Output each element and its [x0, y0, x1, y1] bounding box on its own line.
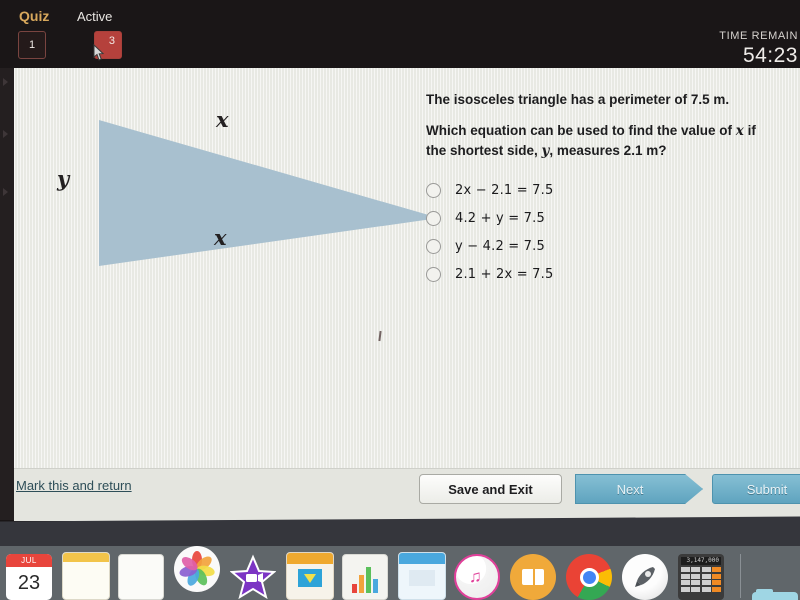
answer-option-a-label: 2x − 2.1 = 7.5: [455, 182, 554, 198]
dock-item-chrome[interactable]: [566, 554, 612, 600]
triangle-label-x-bottom: x: [214, 225, 227, 250]
margin-mark-icon: [3, 78, 8, 86]
time-remaining-value: 54:23: [742, 44, 798, 67]
dock-item-pages[interactable]: [398, 552, 446, 600]
numbers-icon: [359, 575, 364, 593]
pages-icon: [399, 553, 445, 564]
imovie-star-icon: [229, 554, 277, 600]
itunes-icon: ♫: [469, 567, 482, 586]
question-number-3-label: 3: [108, 35, 115, 47]
left-dark-margin: [0, 68, 15, 520]
tab-quiz[interactable]: Quiz: [19, 8, 49, 24]
answer-option-a[interactable]: 2x − 2.1 = 7.5: [426, 176, 766, 204]
question-line-1: The isosceles triangle has a perimeter o…: [426, 92, 730, 107]
question-variable-x: x: [735, 123, 744, 139]
quiz-top-bar: Quiz Active 1 3 TIME REMAIN 54:23: [0, 0, 800, 70]
dock-item-photos[interactable]: [174, 546, 220, 592]
pages-sheet: [409, 570, 435, 586]
numbers-icon: [366, 567, 371, 593]
tab-active[interactable]: Active: [77, 9, 112, 24]
dock-item-keynote[interactable]: [286, 552, 334, 600]
radio-button-icon[interactable]: [426, 266, 441, 282]
dock-item-downloads[interactable]: [752, 589, 798, 600]
calendar-day-label: 23: [17, 572, 41, 594]
dock-separator: [740, 554, 741, 598]
launchpad-rocket-icon: [635, 567, 655, 587]
dock-item-itunes[interactable]: ♫: [454, 554, 500, 600]
dock-item-launchpad[interactable]: [622, 554, 668, 600]
chrome-icon: [579, 567, 599, 587]
dock-item-notes[interactable]: [62, 552, 110, 600]
answer-option-b-label: 4.2 + y = 7.5: [455, 210, 545, 226]
keynote-art: [298, 569, 322, 587]
answer-option-c-label: y − 4.2 = 7.5: [455, 238, 545, 254]
answer-options-list: 2x − 2.1 = 7.5 4.2 + y = 7.5 y − 4.2 = 7…: [426, 176, 766, 288]
answer-option-b[interactable]: 4.2 + y = 7.5: [426, 204, 766, 232]
answer-option-d[interactable]: 2.1 + 2x = 7.5: [426, 260, 766, 288]
mouse-pointer-cursor: [93, 44, 105, 61]
question-content-panel: x x y The isosceles triangle has a perim…: [14, 68, 800, 468]
isosceles-triangle-figure: x x y: [54, 98, 444, 298]
calculator-keys: [681, 567, 721, 592]
triangle-label-x-top: x: [216, 107, 229, 132]
radio-button-icon[interactable]: [426, 182, 441, 198]
submit-button[interactable]: Submit: [712, 474, 800, 504]
mark-this-and-return-link[interactable]: Mark this and return: [16, 478, 132, 493]
radio-button-icon[interactable]: [426, 210, 441, 226]
keynote-icon: [287, 553, 333, 564]
stray-mark: [378, 330, 382, 342]
margin-mark-icon: [3, 188, 8, 196]
macos-dock: JUL 23 ♫ 3,147,000: [0, 546, 800, 600]
next-button-label: Next: [616, 481, 644, 497]
answer-option-d-label: 2.1 + 2x = 7.5: [455, 266, 554, 282]
question-line-2: Which equation can be used to find the v…: [426, 121, 776, 161]
numbers-icon: [373, 579, 378, 593]
quiz-screen: · · · · · · · Quiz Active 1 3 TIME REMAI…: [0, 0, 800, 600]
question-number-1[interactable]: 1: [18, 31, 46, 59]
dock-item-calculator[interactable]: 3,147,000: [678, 554, 724, 600]
next-button[interactable]: Next: [575, 474, 703, 504]
triangle-label-y-left: y: [57, 166, 70, 191]
notes-icon: [63, 553, 109, 562]
dock-item-numbers[interactable]: [342, 554, 388, 600]
radio-button-icon[interactable]: [426, 238, 441, 254]
time-remaining-label: TIME REMAIN: [719, 30, 798, 42]
calculator-display: 3,147,000: [681, 557, 721, 565]
answer-option-c[interactable]: y − 4.2 = 7.5: [426, 232, 766, 260]
question-line-2-part-1: Which equation can be used to find the v…: [426, 123, 736, 138]
question-line-2-part-3: , measures 2.1 m?: [549, 143, 667, 158]
question-number-1-label: 1: [28, 39, 36, 51]
question-text-block: The isosceles triangle has a perimeter o…: [426, 92, 776, 161]
triangle-shape: [99, 120, 439, 266]
dock-item-imovie[interactable]: [229, 554, 277, 600]
quiz-action-bar: Mark this and return Save and Exit Next …: [14, 468, 800, 521]
dock-item-reminders[interactable]: [118, 554, 164, 600]
margin-mark-icon: [3, 130, 8, 138]
numbers-icon: [352, 584, 357, 593]
dock-item-ibooks[interactable]: [510, 554, 556, 600]
save-and-exit-button[interactable]: Save and Exit: [419, 474, 562, 504]
ibooks-icon: [522, 569, 544, 585]
calendar-month-label: JUL: [6, 554, 52, 567]
dock-item-calendar[interactable]: JUL 23: [6, 554, 52, 600]
